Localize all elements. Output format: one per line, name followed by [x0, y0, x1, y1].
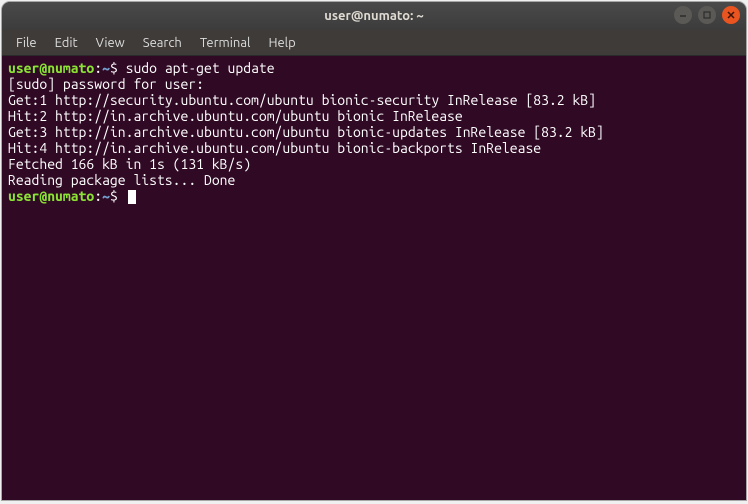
terminal-window: user@numato: ~ File Edit View Search Ter…: [2, 2, 746, 500]
prompt-symbol: $: [110, 60, 126, 76]
prompt-path: ~: [102, 60, 110, 76]
prompt-separator: :: [94, 188, 102, 204]
menu-view[interactable]: View: [88, 33, 133, 53]
titlebar: user@numato: ~: [2, 2, 746, 30]
prompt-separator: :: [94, 60, 102, 76]
window-controls: [674, 6, 740, 24]
close-button[interactable]: [722, 6, 740, 24]
output-line: [sudo] password for user:: [8, 76, 204, 92]
menu-help[interactable]: Help: [260, 33, 303, 53]
menu-terminal[interactable]: Terminal: [192, 33, 259, 53]
output-line: Get:1 http://security.ubuntu.com/ubuntu …: [8, 92, 596, 108]
output-line: Hit:2 http://in.archive.ubuntu.com/ubunt…: [8, 108, 463, 124]
menubar: File Edit View Search Terminal Help: [2, 30, 746, 56]
window-title: user@numato: ~: [324, 9, 423, 23]
menu-edit[interactable]: Edit: [47, 33, 86, 53]
output-line: Hit:4 http://in.archive.ubuntu.com/ubunt…: [8, 140, 541, 156]
output-line: Fetched 166 kB in 1s (131 kB/s): [8, 156, 251, 172]
output-line: Reading package lists... Done: [8, 172, 235, 188]
output-line: Get:3 http://in.archive.ubuntu.com/ubunt…: [8, 124, 604, 140]
command-text: sudo apt-get update: [126, 60, 275, 76]
prompt-user-host: user@numato: [8, 188, 94, 204]
maximize-button[interactable]: [698, 6, 716, 24]
prompt-user-host: user@numato: [8, 60, 94, 76]
menu-search[interactable]: Search: [135, 33, 190, 53]
cursor-icon: [128, 190, 136, 204]
minimize-button[interactable]: [674, 6, 692, 24]
menu-file[interactable]: File: [8, 33, 45, 53]
prompt-symbol: $: [110, 188, 126, 204]
prompt-path: ~: [102, 188, 110, 204]
terminal-area[interactable]: user@numato:~$ sudo apt-get update [sudo…: [2, 56, 746, 500]
